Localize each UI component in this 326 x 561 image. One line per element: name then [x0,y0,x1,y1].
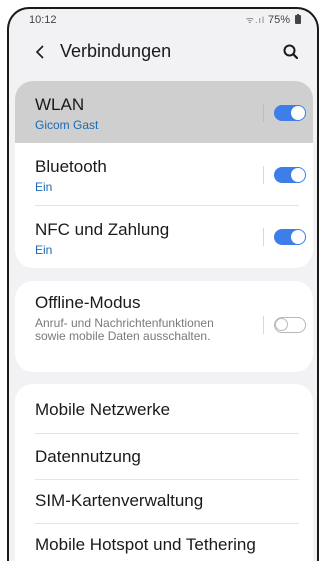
bluetooth-subtitle: Ein [35,180,53,194]
wlan-toggle[interactable] [274,105,306,121]
menu-item-sim-management[interactable]: SIM-Kartenverwaltung [35,491,203,511]
row-nfc[interactable]: NFC und Zahlung Ein [15,206,313,268]
bluetooth-separator [263,166,264,184]
wlan-title: WLAN [35,95,85,114]
menu-item-mobile-networks[interactable]: Mobile Netzwerke [35,400,170,420]
row-offline-mode[interactable]: Offline-Modus Anruf- und Nachrichtenfunk… [15,281,313,372]
offline-description: Anruf- und Nachrichtenfunktionen sowie m… [35,316,214,343]
wlan-subtitle: Gicom Gast [35,118,99,132]
nfc-separator [263,228,264,246]
offline-title: Offline-Modus [35,293,141,312]
status-time: 10:12 [29,14,57,26]
connections-card: WLAN Gicom Gast Bluetooth Ein NFC und Za… [15,81,313,268]
divider [35,479,299,480]
row-wlan[interactable]: WLAN Gicom Gast [15,81,313,143]
back-arrow-icon[interactable] [33,44,49,60]
menu-item-data-usage[interactable]: Datennutzung [35,447,141,467]
phone-screen: 10:12 ᯤ.ıl 75% Verbindungen WLAN Gicom G… [7,7,319,561]
battery-level: 75% [267,13,290,26]
menu-card: Mobile Netzwerke Datennutzung SIM-Karten… [15,384,313,561]
signal-icon: ᯤ.ıl [245,15,265,25]
bluetooth-toggle[interactable] [274,167,306,183]
status-right: ᯤ.ıl 75% [246,13,301,26]
wlan-separator [263,104,264,122]
offline-separator [263,316,264,334]
divider [35,523,299,524]
nfc-subtitle: Ein [35,243,53,257]
offline-card: Offline-Modus Anruf- und Nachrichtenfunk… [15,281,313,372]
nfc-toggle[interactable] [274,229,306,245]
menu-item-hotspot-tethering[interactable]: Mobile Hotspot und Tethering [35,535,256,555]
bluetooth-title: Bluetooth [35,157,107,176]
header: Verbindungen [9,39,317,65]
status-bar: 10:12 ᯤ.ıl 75% [9,9,317,29]
row-bluetooth[interactable]: Bluetooth Ein [15,143,313,205]
divider [35,433,299,434]
nfc-title: NFC und Zahlung [35,220,170,239]
search-icon[interactable] [282,43,300,61]
battery-icon [295,14,301,24]
page-title: Verbindungen [60,41,172,61]
offline-toggle[interactable] [274,317,306,333]
